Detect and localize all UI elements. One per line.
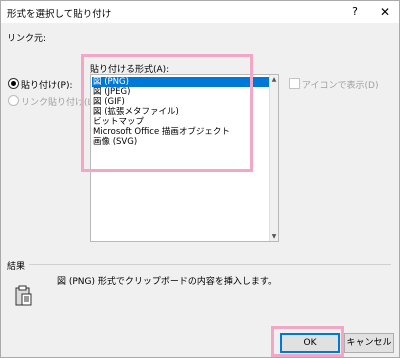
paste-special-dialog: 形式を選択して貼り付け ? ✕ リンク元: 貼り付け(P): リンク貼り付け(L… [0, 0, 400, 358]
format-item-jpeg[interactable]: 図 (JPEG) [92, 87, 130, 97]
help-button[interactable]: ? [346, 3, 364, 21]
paste-radio-label[interactable]: 貼り付け(P): [21, 78, 72, 91]
format-item-bitmap[interactable]: ビットマップ [92, 117, 144, 127]
format-item-office-drawing[interactable]: Microsoft Office 描画オブジェクト [92, 127, 230, 137]
format-item-png[interactable]: 図 (PNG) [92, 77, 271, 87]
result-divider [29, 264, 391, 265]
cancel-button[interactable]: キャンセル [344, 333, 394, 353]
result-description: 図 (PNG) 形式でクリップボードの内容を挿入します。 [57, 277, 277, 287]
listbox-scrollbar[interactable]: ▲ ▼ [269, 75, 278, 241]
paste-link-radio[interactable] [8, 95, 19, 106]
title-bar: 形式を選択して貼り付け ? ✕ [1, 1, 399, 23]
display-as-icon-label[interactable]: アイコンで表示(D) [302, 78, 379, 91]
format-listbox[interactable]: 図 (PNG) 図 (JPEG) 図 (GIF) 図 (拡張メタファイル) ビッ… [90, 74, 279, 242]
format-item-svg[interactable]: 画像 (SVG) [92, 137, 137, 147]
paste-link-radio-label[interactable]: リンク貼り付け(L): [21, 95, 99, 108]
source-label: リンク元: [7, 34, 47, 44]
dialog-title: 形式を選択して貼り付け [7, 9, 112, 20]
close-button[interactable]: ✕ [375, 3, 395, 21]
paste-radio[interactable] [8, 78, 19, 89]
format-item-gif[interactable]: 図 (GIF) [92, 97, 125, 107]
scroll-up-icon[interactable]: ▲ [270, 75, 278, 84]
scroll-down-icon[interactable]: ▼ [270, 232, 278, 241]
clipboard-icon [15, 285, 32, 306]
result-label: 結果 [7, 262, 26, 272]
ok-button[interactable]: OK [280, 333, 340, 353]
format-item-emf[interactable]: 図 (拡張メタファイル) [92, 107, 179, 117]
display-as-icon-checkbox[interactable] [289, 78, 300, 89]
